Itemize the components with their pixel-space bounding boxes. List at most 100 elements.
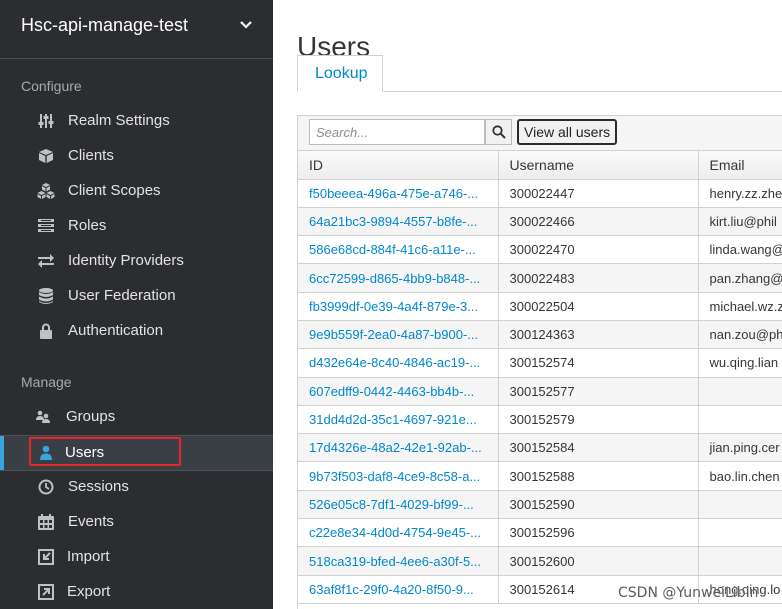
sidebar-item-roles[interactable]: Roles [0, 209, 273, 243]
cell-id: 17d4326e-48a2-42e1-92ab-... [298, 433, 499, 463]
users-table-container: View all users ID Username Email f50beee… [297, 115, 782, 609]
table-row[interactable]: 9e9b559f-2ea0-4a87-b900-... 300124363 nan.… [298, 320, 782, 350]
sidebar-item-label: User Federation [68, 287, 176, 304]
cell-username: 300022483 [498, 263, 699, 293]
table-row[interactable]: 9b73f503-daf8-4ce9-8c58-a... 300152588 bao… [298, 461, 782, 491]
calendar-icon [37, 513, 55, 531]
cell-email [698, 518, 782, 548]
sidebar-item-import[interactable]: Import [0, 540, 273, 574]
user-id-link[interactable]: d432e64e-8c40-4846-ac19-... [309, 355, 480, 370]
user-id-link[interactable]: 31dd4d2d-35c1-4697-921e... [309, 412, 477, 427]
table-row[interactable]: 586e68cd-884f-41c6-a11e-... 300022470 lind… [298, 235, 782, 265]
cell-username: 300152579 [498, 405, 699, 435]
search-button[interactable] [485, 119, 512, 145]
sidebar-item-realm-settings[interactable]: Realm Settings [0, 104, 273, 138]
user-id-link[interactable]: 518ca319-bfed-4ee6-a30f-5... [309, 554, 481, 569]
sidebar: Hsc-api-manage-test Configure Realm Sett… [0, 0, 273, 609]
table-row[interactable]: 607edff9-0442-4463-bb4b-... 300152577 [298, 377, 782, 406]
sidebar-item-authentication[interactable]: Authentication [0, 314, 273, 348]
watermark: CSDN @YunweiLibin [618, 585, 759, 601]
sidebar-item-label: Users [65, 444, 105, 461]
cell-username: 300022466 [498, 207, 699, 237]
cell-email: michael.wz.z [698, 292, 782, 321]
sidebar-item-export[interactable]: Export [0, 575, 273, 609]
user-icon [37, 444, 55, 462]
realm-selector[interactable]: Hsc-api-manage-test [0, 0, 273, 59]
tab-lookup[interactable]: Lookup [297, 55, 383, 92]
cell-email [698, 490, 782, 520]
user-id-link[interactable]: 64a21bc3-9894-4557-b8fe-... [309, 214, 477, 229]
cell-username: 300022504 [498, 292, 699, 321]
column-header-username[interactable]: Username [498, 151, 699, 180]
table-body: f50beeea-496a-475e-a746-... 300022447 henr… [298, 179, 782, 604]
main-content: Users Lookup View all users ID Username … [273, 0, 782, 609]
table-row[interactable]: 64a21bc3-9894-4557-b8fe-... 300022466 kirt… [298, 207, 782, 237]
cube-icon [37, 147, 55, 165]
table-row[interactable]: 31dd4d2d-35c1-4697-921e... 300152579 [298, 405, 782, 435]
sidebar-item-client-scopes[interactable]: Client Scopes [0, 174, 273, 208]
user-id-link[interactable]: 526e05c8-7df1-4029-bf99-... [309, 497, 474, 512]
cell-id: 9b73f503-daf8-4ce9-8c58-a... [298, 461, 499, 491]
view-all-users-button[interactable]: View all users [517, 119, 618, 145]
user-id-link[interactable]: f50beeea-496a-475e-a746-... [309, 186, 478, 201]
sidebar-item-identity-providers[interactable]: Identity Providers [0, 244, 273, 278]
column-header-email[interactable]: Email [698, 151, 782, 180]
cell-username: 300152596 [498, 518, 699, 548]
cell-email [698, 377, 782, 406]
sidebar-item-label: Groups [66, 408, 116, 425]
lock-icon [37, 322, 55, 340]
user-id-link[interactable]: 607edff9-0442-4463-bb4b-... [309, 384, 474, 399]
table-row[interactable]: d432e64e-8c40-4846-ac19-... 300152574 wu.q… [298, 348, 782, 378]
cell-username: 300152574 [498, 348, 699, 378]
user-id-link[interactable]: 63af8f1c-29f0-4a20-8f50-9... [309, 582, 474, 597]
table-row[interactable]: 6cc72599-d865-4bb9-b848-... 300022483 pan.… [298, 263, 782, 293]
sidebar-item-user-federation[interactable]: User Federation [0, 279, 273, 313]
table-row[interactable]: f50beeea-496a-475e-a746-... 300022447 henr… [298, 179, 782, 208]
user-id-link[interactable]: 586e68cd-884f-41c6-a11e-... [309, 242, 476, 257]
table-row[interactable]: c22e8e34-4d0d-4754-9e45-... 300152596 [298, 518, 782, 548]
user-id-link[interactable]: 17d4326e-48a2-42e1-92ab-... [309, 440, 482, 455]
table-toolbar: View all users [298, 116, 782, 151]
cell-username: 300152600 [498, 546, 699, 576]
list-icon [37, 217, 55, 235]
cell-id: 526e05c8-7df1-4029-bf99-... [298, 490, 499, 520]
cell-username: 300022470 [498, 235, 699, 265]
section-title-configure: Configure [21, 78, 82, 94]
exchange-icon [37, 252, 55, 270]
table-row[interactable]: 518ca319-bfed-4ee6-a30f-5... 300152600 [298, 546, 782, 576]
clock-icon [37, 478, 55, 496]
cell-username: 300152584 [498, 433, 699, 463]
sidebar-item-users[interactable]: Users [0, 435, 273, 471]
sidebar-item-events[interactable]: Events [0, 505, 273, 539]
sidebar-item-groups[interactable]: Groups [0, 400, 273, 434]
cell-id: fb3999df-0e39-4a4f-879e-3... [298, 292, 499, 321]
cell-email [698, 405, 782, 435]
table-row[interactable]: fb3999df-0e39-4a4f-879e-3... 300022504 mic… [298, 292, 782, 321]
cell-email: henry.zz.zhe [698, 179, 782, 208]
column-header-id[interactable]: ID [298, 151, 499, 180]
user-id-link[interactable]: fb3999df-0e39-4a4f-879e-3... [309, 299, 478, 314]
sidebar-item-label: Sessions [68, 478, 129, 495]
sidebar-item-sessions[interactable]: Sessions [0, 470, 273, 504]
database-icon [37, 287, 55, 305]
sidebar-item-label: Authentication [68, 322, 164, 339]
sidebar-item-clients[interactable]: Clients [0, 139, 273, 173]
cell-username: 300022447 [498, 179, 699, 208]
import-icon [37, 548, 55, 566]
user-id-link[interactable]: 9e9b559f-2ea0-4a87-b900-... [309, 327, 478, 342]
search-input[interactable] [309, 119, 485, 145]
user-id-link[interactable]: 6cc72599-d865-4bb9-b848-... [309, 271, 480, 286]
users-table: ID Username Email f50beeea-496a-475e-a74… [298, 151, 782, 604]
table-row[interactable]: 526e05c8-7df1-4029-bf99-... 300152590 [298, 490, 782, 520]
cell-email: linda.wang@ [698, 235, 782, 265]
user-id-link[interactable]: c22e8e34-4d0d-4754-9e45-... [309, 525, 481, 540]
export-icon [37, 583, 55, 601]
table-row[interactable]: 17d4326e-48a2-42e1-92ab-... 300152584 jian… [298, 433, 782, 463]
cell-id: 31dd4d2d-35c1-4697-921e... [298, 405, 499, 435]
cell-id: 607edff9-0442-4463-bb4b-... [298, 377, 499, 406]
cell-id: 6cc72599-d865-4bb9-b848-... [298, 263, 499, 293]
cell-id: 63af8f1c-29f0-4a20-8f50-9... [298, 575, 499, 604]
cell-id: 9e9b559f-2ea0-4a87-b900-... [298, 320, 499, 350]
user-id-link[interactable]: 9b73f503-daf8-4ce9-8c58-a... [309, 469, 480, 484]
search-icon [491, 125, 506, 139]
